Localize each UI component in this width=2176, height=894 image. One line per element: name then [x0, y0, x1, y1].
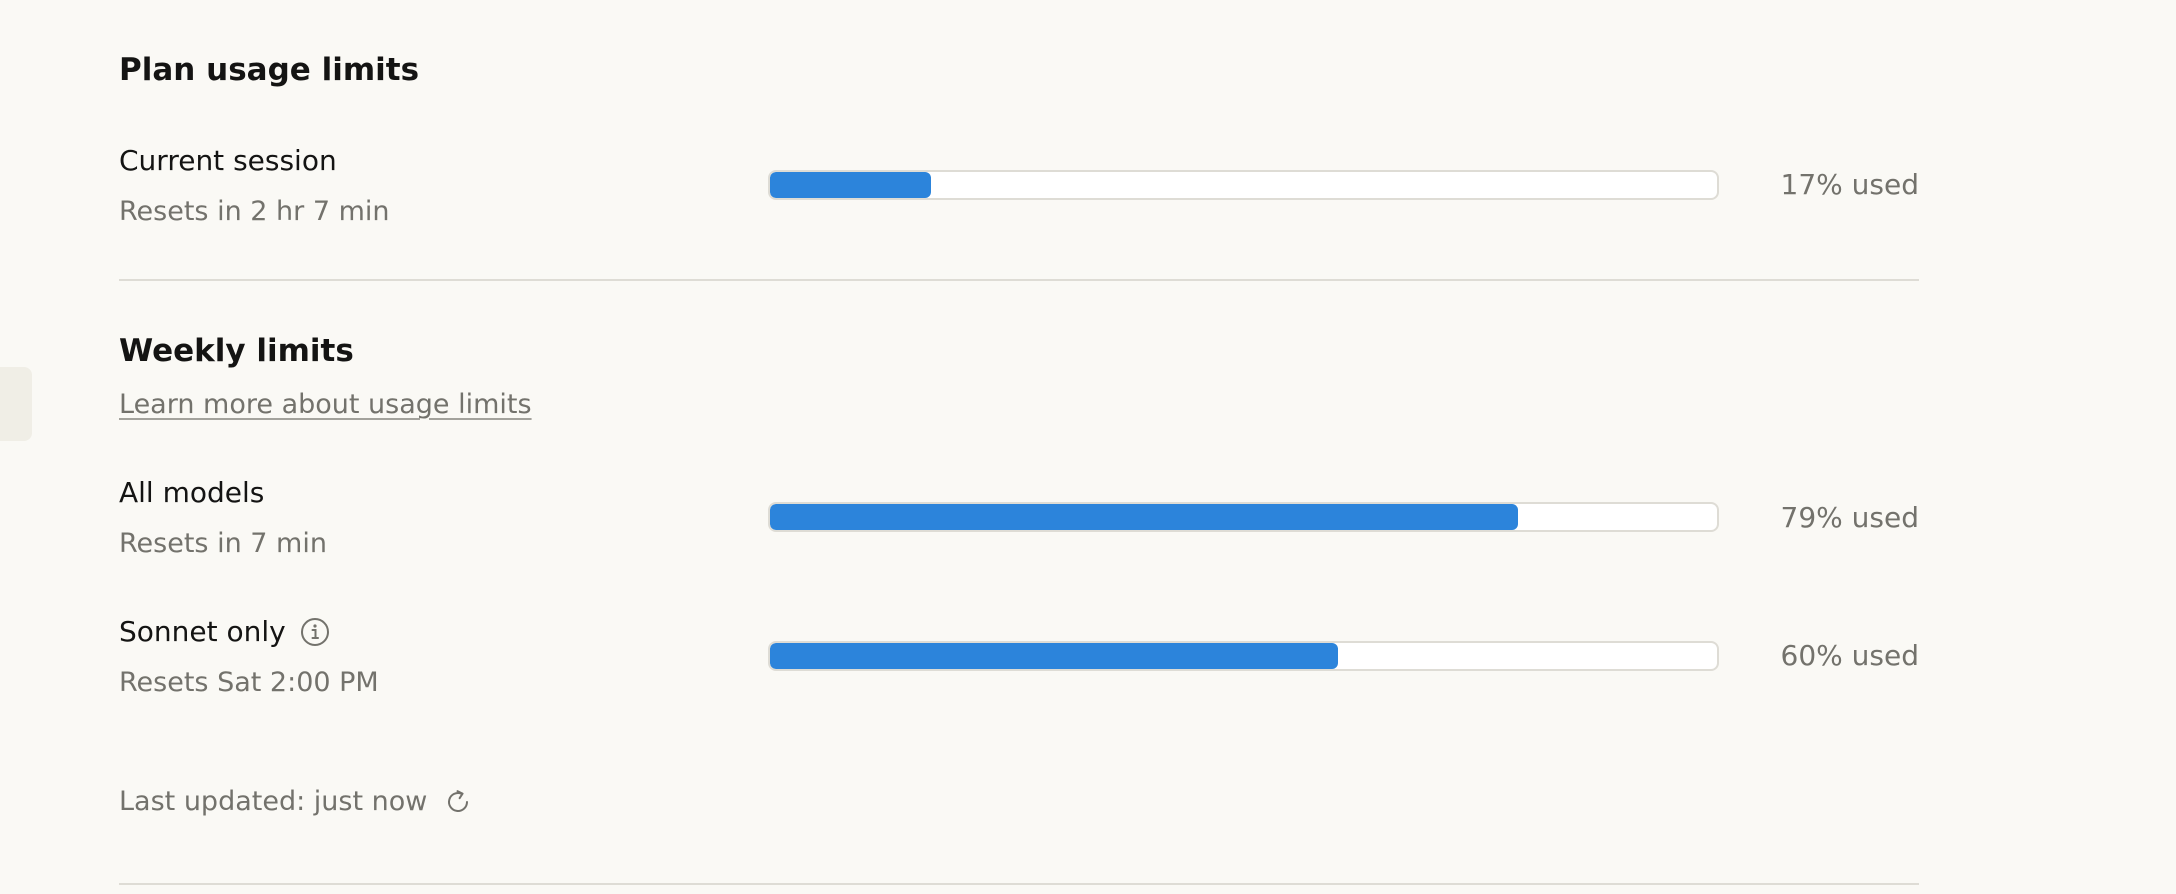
info-icon[interactable] — [300, 617, 330, 647]
section-divider — [119, 279, 1919, 281]
current-session-label: Current session — [119, 143, 337, 179]
sonnet-only-progress-bar — [768, 641, 1719, 671]
all-models-used: 79% used — [1780, 501, 1919, 534]
side-panel-tab[interactable] — [0, 367, 32, 441]
learn-more-link[interactable]: Learn more about usage limits — [119, 387, 532, 423]
all-models-label: All models — [119, 475, 264, 511]
current-session-progress-bar — [768, 170, 1719, 200]
current-session-reset: Resets in 2 hr 7 min — [119, 196, 390, 227]
sonnet-only-label: Sonnet only — [119, 614, 330, 650]
usage-settings-panel: Plan usage limits Current session Resets… — [119, 0, 1919, 894]
current-session-progress-fill — [770, 172, 931, 198]
current-session-used: 17% used — [1780, 168, 1919, 201]
all-models-reset: Resets in 7 min — [119, 528, 327, 559]
current-session-label-text: Current session — [119, 144, 337, 177]
last-updated-row: Last updated: just now — [119, 784, 473, 820]
bottom-divider — [119, 883, 1919, 885]
sonnet-only-label-text: Sonnet only — [119, 615, 286, 648]
last-updated-text: Last updated: just now — [119, 786, 428, 817]
weekly-limits-title: Weekly limits — [119, 333, 354, 369]
all-models-progress-bar — [768, 502, 1719, 532]
sonnet-only-used: 60% used — [1780, 639, 1919, 672]
refresh-icon[interactable] — [443, 787, 473, 817]
sonnet-only-reset: Resets Sat 2:00 PM — [119, 667, 379, 698]
sonnet-only-progress-fill — [770, 643, 1339, 669]
all-models-label-text: All models — [119, 476, 265, 509]
all-models-progress-fill — [770, 504, 1519, 530]
plan-usage-title: Plan usage limits — [119, 52, 420, 88]
